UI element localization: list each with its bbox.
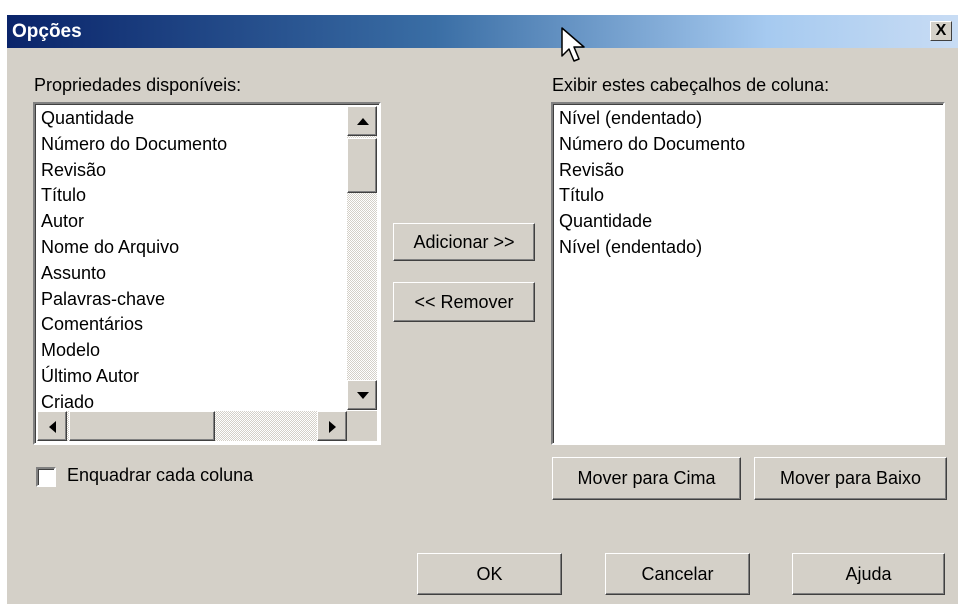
list-item[interactable]: Comentários (41, 312, 227, 338)
list-item[interactable]: Nome do Arquivo (41, 235, 227, 261)
displayed-columns-list[interactable]: Nível (endentado) Número do Documento Re… (551, 102, 945, 445)
ok-button[interactable]: OK (417, 553, 562, 595)
move-up-button[interactable]: Mover para Cima (552, 457, 741, 500)
list-item[interactable]: Assunto (41, 261, 227, 287)
available-items: Quantidade Número do Documento Revisão T… (41, 106, 227, 416)
scroll-left-button[interactable] (37, 411, 67, 441)
arrow-right-icon (329, 421, 336, 433)
remove-button[interactable]: << Remover (393, 282, 535, 322)
options-dialog: Opções X Propriedades disponíveis: Quant… (7, 15, 958, 604)
arrow-up-icon (357, 118, 369, 125)
close-icon: X (935, 22, 947, 39)
wrap-columns-checkbox[interactable] (36, 467, 56, 487)
horizontal-scrollbar[interactable] (37, 411, 347, 441)
list-item[interactable]: Modelo (41, 338, 227, 364)
horizontal-scroll-thumb[interactable] (69, 411, 215, 441)
list-item[interactable]: Palavras-chave (41, 287, 227, 313)
help-button[interactable]: Ajuda (792, 553, 945, 595)
list-item[interactable]: Revisão (41, 158, 227, 184)
title-bar[interactable]: Opções X (7, 15, 958, 48)
list-item[interactable]: Número do Documento (41, 132, 227, 158)
list-item[interactable]: Título (41, 183, 227, 209)
mouse-pointer-icon (561, 27, 585, 62)
list-item[interactable]: Quantidade (41, 106, 227, 132)
available-properties-list[interactable]: Quantidade Número do Documento Revisão T… (33, 102, 381, 445)
available-properties-label: Propriedades disponíveis: (34, 75, 242, 95)
wrap-columns-label[interactable]: Enquadrar cada coluna (67, 465, 253, 486)
scroll-up-button[interactable] (347, 106, 377, 136)
list-item[interactable]: Revisão (559, 158, 745, 184)
arrow-down-icon (357, 392, 369, 399)
window-title: Opções (12, 21, 82, 42)
close-button[interactable]: X (930, 21, 952, 41)
cancel-button[interactable]: Cancelar (605, 553, 750, 595)
list-item[interactable]: Número do Documento (559, 132, 745, 158)
list-item[interactable]: Autor (41, 209, 227, 235)
add-button[interactable]: Adicionar >> (393, 223, 535, 261)
displayed-items: Nível (endentado) Número do Documento Re… (559, 106, 745, 261)
scroll-down-button[interactable] (347, 380, 377, 410)
list-item[interactable]: Último Autor (41, 364, 227, 390)
scrollbar-corner (347, 411, 377, 441)
list-item[interactable]: Nível (endentado) (559, 235, 745, 261)
scroll-right-button[interactable] (317, 411, 347, 441)
displayed-columns-label: Exibir estes cabeçalhos de coluna: (552, 75, 830, 95)
arrow-left-icon (49, 421, 56, 433)
list-item[interactable]: Nível (endentado) (559, 106, 745, 132)
move-down-button[interactable]: Mover para Baixo (754, 457, 947, 500)
list-item[interactable]: Título (559, 183, 745, 209)
vertical-scrollbar[interactable] (347, 106, 377, 410)
list-item[interactable]: Quantidade (559, 209, 745, 235)
vertical-scroll-thumb[interactable] (347, 138, 377, 193)
